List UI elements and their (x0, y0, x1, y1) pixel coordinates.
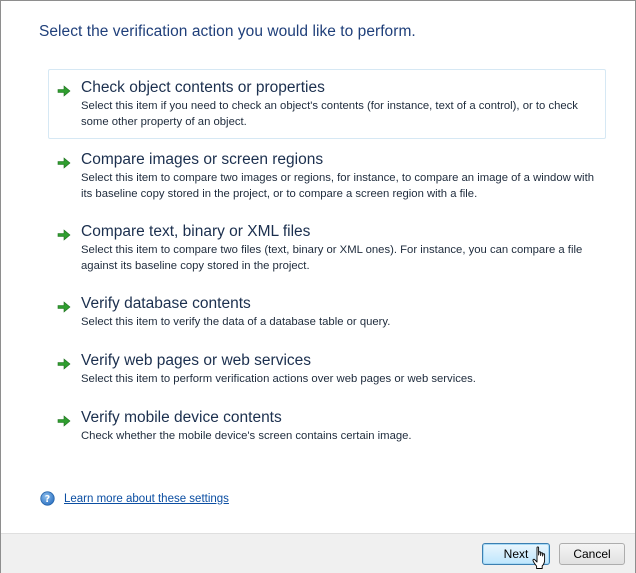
page-heading: Select the verification action you would… (39, 23, 416, 40)
option-verify-web[interactable]: Verify web pages or web services Select … (48, 342, 606, 397)
option-compare-files[interactable]: Compare text, binary or XML files Select… (48, 213, 606, 283)
option-description: Select this item to compare two files (t… (81, 244, 583, 272)
help-question-icon: ? (40, 491, 55, 506)
green-arrow-icon (57, 415, 71, 427)
option-title: Check object contents or properties (81, 79, 325, 96)
option-title: Verify mobile device contents (81, 409, 282, 426)
option-description: Check whether the mobile device's screen… (81, 430, 412, 442)
green-arrow-icon (57, 229, 71, 241)
option-description: Select this item to compare two images o… (81, 172, 594, 200)
next-button[interactable]: Next (482, 543, 550, 565)
green-arrow-icon (57, 358, 71, 370)
option-title: Compare images or screen regions (81, 151, 324, 168)
option-verify-database[interactable]: Verify database contents Select this ite… (48, 285, 606, 340)
option-title: Compare text, binary or XML files (81, 223, 311, 240)
learn-more-link[interactable]: Learn more about these settings (64, 493, 229, 505)
option-check-object-contents[interactable]: Check object contents or properties Sele… (48, 69, 606, 139)
option-title: Verify web pages or web services (81, 352, 312, 369)
help-section: ? Learn more about these settings (40, 491, 229, 506)
cancel-button[interactable]: Cancel (559, 543, 625, 565)
dialog-footer: Next Cancel (1, 533, 635, 573)
option-verify-mobile[interactable]: Verify mobile device contents Check whet… (48, 399, 606, 454)
option-description: Select this item if you need to check an… (81, 100, 578, 128)
green-arrow-icon (57, 85, 71, 97)
svg-text:?: ? (45, 494, 50, 505)
verification-wizard-window: Select the verification action you would… (0, 0, 636, 573)
option-title: Verify database contents (81, 295, 251, 312)
option-compare-images[interactable]: Compare images or screen regions Select … (48, 141, 606, 211)
green-arrow-icon (57, 301, 71, 313)
option-description: Select this item to perform verification… (81, 373, 476, 385)
option-description: Select this item to verify the data of a… (81, 316, 391, 328)
green-arrow-icon (57, 157, 71, 169)
